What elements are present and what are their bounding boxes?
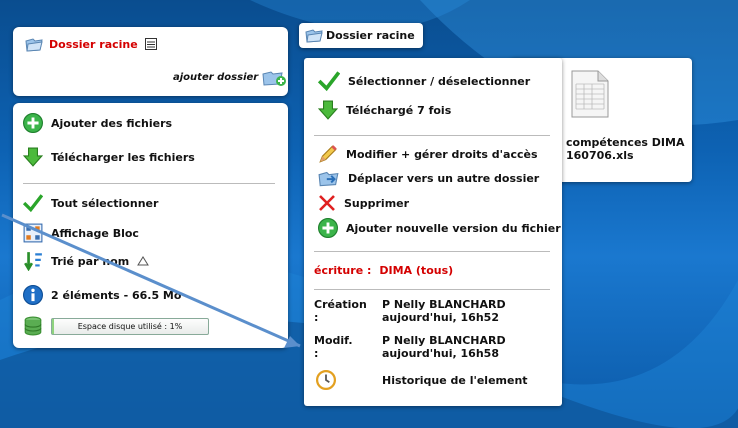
menu-move-to-folder[interactable]: Déplacer vers un autre dossier bbox=[318, 168, 539, 188]
elements-info: 2 éléments - 66.5 Mo bbox=[23, 285, 181, 305]
download-arrow-icon bbox=[318, 100, 338, 120]
add-folder-icon bbox=[262, 71, 287, 86]
download-files-button[interactable]: Télécharger les fichiers bbox=[23, 147, 195, 167]
menu-delete[interactable]: Supprimer bbox=[318, 194, 409, 212]
divider bbox=[23, 183, 275, 184]
file-context-menu: Sélectionner / déselectionner Téléchargé… bbox=[304, 58, 562, 406]
folder-menu-icon[interactable] bbox=[144, 38, 157, 50]
sort-icon bbox=[24, 252, 42, 271]
root-folder-label: Dossier racine bbox=[49, 37, 138, 51]
checkmark-icon bbox=[23, 194, 43, 213]
delete-x-icon bbox=[319, 195, 335, 211]
folder-icon bbox=[25, 38, 43, 52]
menu-select-toggle[interactable]: Sélectionner / déselectionner bbox=[318, 70, 530, 92]
move-folder-icon bbox=[318, 171, 339, 187]
info-icon bbox=[23, 285, 43, 305]
grid-view-icon bbox=[23, 223, 43, 243]
divider bbox=[314, 135, 550, 136]
menu-history[interactable]: Historique de l'element bbox=[316, 370, 528, 390]
history-clock-icon bbox=[316, 370, 336, 390]
breadcrumb[interactable]: Dossier racine bbox=[299, 23, 423, 48]
disk-usage: Espace disque utilisé : 1% bbox=[23, 316, 209, 336]
disk-usage-bar: Espace disque utilisé : 1% bbox=[51, 317, 209, 335]
database-icon bbox=[24, 316, 42, 336]
disk-usage-label: Espace disque utilisé : 1% bbox=[77, 321, 183, 331]
write-access-row: écriture : DIMA (tous) bbox=[314, 264, 454, 277]
download-arrow-icon bbox=[23, 147, 43, 167]
menu-edit-rights[interactable]: Modifier + gérer droits d'accès bbox=[318, 144, 538, 164]
root-folder-box: Dossier racine ajouter dossier bbox=[13, 27, 288, 96]
add-files-button[interactable]: Ajouter des fichiers bbox=[23, 113, 172, 133]
root-folder-title[interactable]: Dossier racine bbox=[23, 35, 157, 53]
add-folder-label: ajouter dossier bbox=[173, 71, 259, 83]
divider bbox=[314, 289, 550, 290]
checkmark-icon bbox=[318, 71, 340, 92]
pencil-icon bbox=[319, 145, 337, 163]
display-block-button[interactable]: Affichage Bloc bbox=[23, 223, 139, 243]
add-icon bbox=[318, 218, 338, 238]
select-all-button[interactable]: Tout sélectionner bbox=[23, 193, 158, 213]
spreadsheet-file-icon bbox=[571, 70, 609, 118]
folder-icon bbox=[305, 29, 323, 43]
add-icon bbox=[23, 113, 43, 133]
menu-download-count[interactable]: Téléchargé 7 fois bbox=[318, 100, 451, 120]
file-name: compétences DIMA 160706.xls bbox=[566, 136, 685, 162]
breadcrumb-label: Dossier racine bbox=[326, 28, 415, 42]
add-folder-button[interactable]: ajouter dossier bbox=[173, 67, 287, 87]
left-action-panel: Ajouter des fichiers Télécharger les fic… bbox=[13, 103, 288, 348]
menu-add-new-version[interactable]: Ajouter nouvelle version du fichier bbox=[318, 218, 561, 238]
sort-by-name-button[interactable]: Trié par nom bbox=[23, 251, 150, 271]
sort-ascending-icon[interactable] bbox=[137, 256, 150, 266]
divider bbox=[314, 251, 550, 252]
